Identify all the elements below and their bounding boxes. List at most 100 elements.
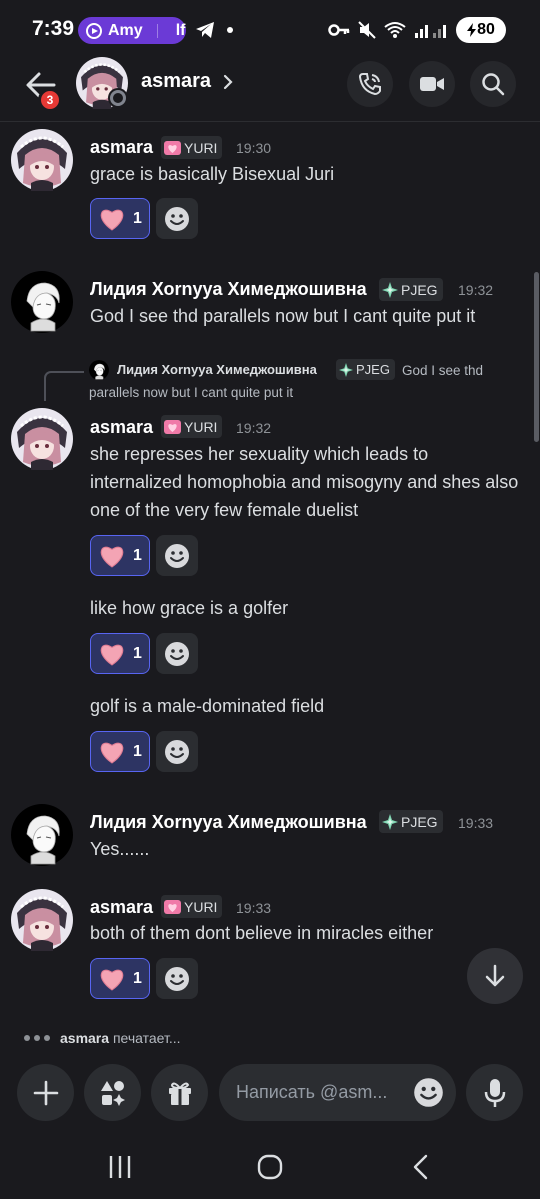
chevron-right-icon[interactable] — [222, 72, 234, 92]
reaction-heart[interactable]: 1 — [90, 633, 150, 674]
reply-author[interactable]: Лидия Хоrnyya Химеджошивна — [117, 362, 317, 377]
reaction-heart[interactable]: 1 — [90, 535, 150, 576]
message-text: Yes...... — [90, 839, 150, 859]
add-reaction-icon — [164, 543, 190, 569]
reply-server-tag: PJEG — [336, 359, 395, 380]
message-author[interactable]: asmara — [90, 137, 153, 158]
mute-icon — [358, 21, 376, 39]
record-icon — [86, 22, 102, 39]
back-icon[interactable] — [412, 1154, 430, 1180]
battery-indicator: 80 — [456, 17, 506, 43]
heart-emoji — [98, 544, 126, 568]
voice-call-button[interactable] — [347, 61, 393, 107]
message-timestamp: 19:33 — [458, 815, 494, 831]
avatar[interactable] — [11, 889, 73, 951]
add-reaction-button[interactable] — [156, 633, 198, 674]
reaction-heart[interactable]: 1 — [90, 958, 150, 999]
typing-dots-icon — [24, 1035, 50, 1041]
search-icon — [482, 73, 505, 96]
gift-button[interactable] — [151, 1064, 208, 1121]
pink-heart-icon — [164, 420, 181, 434]
message-text: both of them dont believe in miracles ei… — [90, 923, 434, 943]
wifi-icon — [384, 22, 406, 38]
reply-connector — [44, 371, 84, 401]
channel-name[interactable]: asmara — [141, 70, 211, 93]
telegram-icon — [196, 22, 214, 38]
phone-call-icon — [358, 73, 381, 96]
dm-header: 3 asmara — [0, 60, 540, 122]
message-text: like how grace is a golfer — [90, 598, 289, 618]
message-author[interactable]: asmara — [90, 417, 153, 438]
scroll-down-icon — [485, 964, 505, 987]
add-reaction-icon — [164, 739, 190, 765]
offline-status-icon — [108, 88, 128, 108]
scrollbar[interactable] — [534, 272, 539, 442]
message-text: God I see thd parallels now but I cant q… — [90, 306, 476, 326]
apps-button[interactable] — [84, 1064, 141, 1121]
pill-extra: lf — [175, 21, 186, 39]
add-reaction-button[interactable] — [156, 198, 198, 239]
add-reaction-button[interactable] — [156, 535, 198, 576]
add-reaction-icon — [164, 206, 190, 232]
video-call-button[interactable] — [409, 61, 455, 107]
search-button[interactable] — [470, 61, 516, 107]
typing-user: asmara — [60, 1030, 110, 1046]
reply-avatar — [89, 360, 109, 380]
gift-icon — [168, 1082, 191, 1105]
typing-text: печатает... — [112, 1030, 181, 1046]
diamond-icon — [382, 282, 398, 298]
message-timestamp: 19:32 — [458, 282, 494, 298]
message-author[interactable]: Лидия Хоrnyya Химеджошивна — [90, 812, 367, 833]
signal-icon — [415, 25, 446, 38]
attach-button[interactable] — [17, 1064, 74, 1121]
heart-emoji — [98, 967, 126, 991]
add-reaction-icon — [164, 641, 190, 667]
diamond-icon — [339, 363, 353, 377]
server-tag[interactable]: YURI — [161, 895, 223, 918]
jump-to-bottom-button[interactable] — [467, 948, 523, 1004]
server-tag[interactable]: YURI — [161, 415, 223, 438]
home-icon[interactable] — [257, 1154, 283, 1180]
server-tag[interactable]: YURI — [161, 136, 223, 159]
avatar[interactable] — [11, 129, 73, 191]
video-camera-icon — [420, 77, 444, 91]
status-time: 7:39 — [32, 17, 75, 40]
message-timestamp: 19:30 — [236, 140, 272, 156]
server-tag[interactable]: PJEG — [379, 278, 443, 301]
pink-heart-icon — [164, 900, 181, 914]
pink-heart-icon — [164, 141, 181, 155]
message-input-box[interactable] — [219, 1064, 456, 1121]
voice-message-button[interactable] — [466, 1064, 523, 1121]
unread-badge: 3 — [38, 88, 62, 112]
reaction-heart[interactable]: 1 — [90, 198, 150, 239]
typing-indicator: asmara печатает... — [24, 1030, 181, 1046]
message-input[interactable] — [236, 1082, 396, 1103]
system-nav-bar — [0, 1140, 540, 1199]
notification-dot-icon — [227, 27, 233, 33]
apps-icon — [100, 1080, 125, 1106]
message-author[interactable]: Лидия Хоrnyya Химеджошивна — [90, 279, 367, 300]
avatar[interactable] — [11, 804, 73, 866]
screen-recording-pill[interactable]: Amy lf — [78, 17, 186, 44]
avatar[interactable] — [11, 408, 73, 470]
message-text: golf is a male-dominated field — [90, 696, 325, 716]
diamond-icon — [382, 814, 398, 830]
emoji-icon[interactable] — [413, 1077, 444, 1108]
recent-apps-icon[interactable] — [108, 1154, 132, 1180]
heart-emoji — [98, 740, 126, 764]
heart-emoji — [98, 642, 126, 666]
message-timestamp: 19:32 — [236, 420, 272, 436]
reaction-heart[interactable]: 1 — [90, 731, 150, 772]
vpn-key-icon — [328, 24, 350, 36]
message-text: grace is basically Bisexual Juri — [90, 164, 335, 184]
avatar[interactable] — [11, 271, 73, 333]
add-reaction-button[interactable] — [156, 958, 198, 999]
message-author[interactable]: asmara — [90, 897, 153, 918]
heart-emoji — [98, 207, 126, 231]
charging-icon — [467, 23, 477, 37]
plus-icon — [33, 1080, 58, 1105]
server-tag[interactable]: PJEG — [379, 810, 443, 833]
pill-user: Amy — [108, 21, 143, 39]
microphone-icon — [484, 1078, 505, 1107]
add-reaction-button[interactable] — [156, 731, 198, 772]
